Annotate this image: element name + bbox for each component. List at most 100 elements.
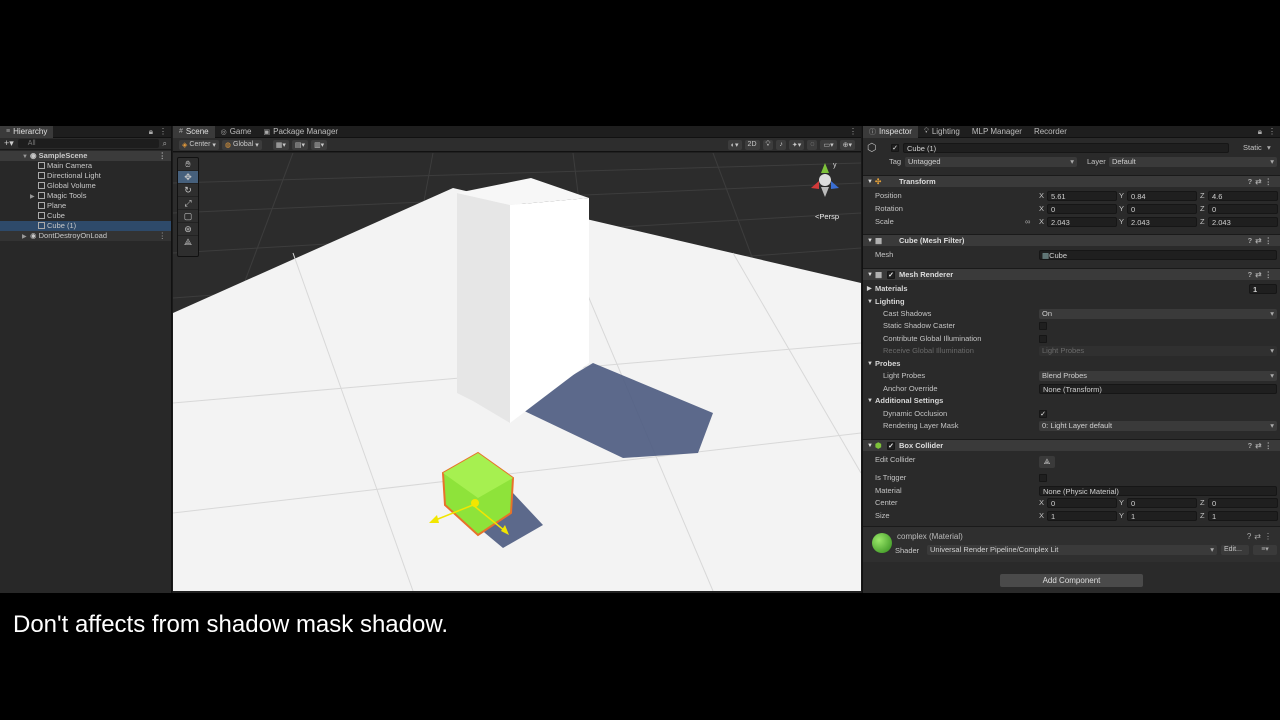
component-tools-icon[interactable]: ?⇄⋮ — [1247, 532, 1275, 541]
component-tools-icon[interactable]: ?⇄⋮ — [1248, 176, 1275, 188]
tree-item-cube-1[interactable]: Cube (1) — [0, 221, 171, 231]
tab-lighting[interactable]: 💡︎ Lighting — [918, 126, 966, 138]
transform-tool-icon[interactable]: ⊛ — [178, 223, 198, 236]
scale-x-field[interactable]: 2.043 — [1047, 217, 1117, 227]
scene-viewport[interactable]: y ✋︎ ✥ ↻ ⤢ ▢ ⊛ ⟁ <Persp — [173, 153, 861, 591]
tab-package-manager[interactable]: ▣ Package Manager — [258, 126, 345, 138]
expand-arrow-icon[interactable]: ▶ — [22, 232, 30, 242]
center-z-field[interactable]: 0 — [1208, 498, 1278, 508]
camera-settings-dropdown[interactable]: ▭▾ — [820, 139, 837, 150]
collapse-arrow-icon[interactable]: ▼ — [867, 440, 873, 452]
hand-tool-icon[interactable]: ✋︎ — [178, 158, 198, 171]
add-component-button[interactable]: Add Component — [1000, 574, 1143, 587]
grid-snap-button[interactable]: ▦▾ — [272, 139, 289, 150]
mesh-renderer-enabled-checkbox[interactable]: ✓ — [887, 271, 895, 279]
edit-collider-button[interactable]: ⟁ — [1039, 456, 1055, 468]
shader-menu-button[interactable]: ≡▾ — [1253, 545, 1277, 555]
toggle-2d-button[interactable]: 2D — [744, 139, 760, 150]
materials-count-field[interactable]: 1 — [1249, 284, 1277, 294]
menu-dots-icon[interactable]: ⋮ — [159, 231, 167, 241]
lighting-section[interactable]: ▼ Lighting — [863, 296, 1280, 308]
shader-dropdown[interactable]: Universal Render Pipeline/Complex Lit — [927, 545, 1217, 555]
size-y-field[interactable]: 1 — [1127, 511, 1197, 521]
probes-section[interactable]: ▼ Probes — [863, 358, 1280, 370]
tree-item-magic-tools[interactable]: ▶ Magic Tools — [0, 191, 171, 201]
box-collider-enabled-checkbox[interactable]: ✓ — [887, 442, 895, 450]
collapse-arrow-icon[interactable]: ▼ — [867, 395, 873, 407]
component-tools-icon[interactable]: ?⇄⋮ — [1248, 440, 1275, 452]
active-checkbox[interactable]: ✓ — [891, 144, 899, 152]
tree-item-samplescene[interactable]: ▼ ◉ SampleScene ⋮ — [0, 151, 171, 161]
menu-dots-icon[interactable]: ⋮ — [159, 151, 167, 161]
transform-header[interactable]: ▼ ✣ Transform ?⇄⋮ — [863, 175, 1280, 187]
snap-increment-button[interactable]: ▤▾ — [291, 139, 309, 150]
custom-tool-icon[interactable]: ⟁ — [178, 236, 198, 249]
audio-toggle-icon[interactable]: ♪ — [776, 139, 786, 150]
layer-dropdown[interactable]: Default — [1109, 157, 1277, 167]
tree-item-main-camera[interactable]: Main Camera — [0, 161, 171, 171]
dynamic-occlusion-checkbox[interactable]: ✓ — [1039, 410, 1047, 418]
contribute-gi-checkbox[interactable] — [1039, 335, 1047, 343]
menu-dots-icon[interactable]: ⋮ — [159, 127, 167, 137]
lock-icon[interactable]: 🔒︎ — [1258, 127, 1262, 137]
gizmo-center[interactable] — [471, 499, 479, 507]
search-icon[interactable]: ⌕ — [163, 139, 167, 149]
collapse-arrow-icon[interactable]: ▼ — [867, 296, 873, 308]
lock-icon[interactable]: 🔒︎ — [149, 127, 153, 137]
tab-hierarchy[interactable]: ≡ Hierarchy — [0, 125, 54, 138]
tab-recorder[interactable]: Recorder — [1028, 126, 1073, 138]
component-tools-icon[interactable]: ?⇄⋮ — [1248, 269, 1275, 281]
anchor-override-field[interactable]: None (Transform) — [1039, 384, 1277, 394]
rendering-layer-dropdown[interactable]: 0: Light Layer default — [1039, 421, 1277, 431]
collapse-arrow-icon[interactable]: ▶ — [867, 283, 872, 295]
tag-dropdown[interactable]: Untagged — [905, 157, 1077, 167]
additional-settings-section[interactable]: ▼ Additional Settings — [863, 395, 1280, 407]
mesh-filter-header[interactable]: ▼ ▦ Cube (Mesh Filter) ?⇄⋮ — [863, 234, 1280, 246]
light-probes-dropdown[interactable]: Blend Probes — [1039, 371, 1277, 381]
tab-inspector[interactable]: ⓘ Inspector — [863, 125, 918, 138]
tree-item-cube[interactable]: Cube — [0, 211, 171, 221]
center-x-field[interactable]: 0 — [1047, 498, 1117, 508]
collapse-arrow-icon[interactable]: ▼ — [867, 176, 873, 188]
object-name-field[interactable]: Cube (1) — [903, 143, 1229, 153]
position-x-field[interactable]: 5.61 — [1047, 191, 1117, 201]
position-z-field[interactable]: 4.6 — [1208, 191, 1278, 201]
materials-row[interactable]: ▶ Materials 1 — [863, 283, 1280, 295]
tab-mlp-manager[interactable]: MLP Manager — [966, 126, 1028, 138]
tree-item-dontdestroyonload[interactable]: ▶ ◉ DontDestroyOnLoad ⋮ — [0, 231, 171, 241]
scale-y-field[interactable]: 2.043 — [1127, 217, 1197, 227]
size-x-field[interactable]: 1 — [1047, 511, 1117, 521]
tab-game[interactable]: ◎ Game — [215, 126, 258, 138]
draw-mode-dropdown[interactable]: ◐▾ — [727, 139, 742, 150]
cast-shadows-dropdown[interactable]: On — [1039, 309, 1277, 319]
collider-material-field[interactable]: None (Physic Material) — [1039, 486, 1277, 496]
rotation-z-field[interactable]: 0 — [1208, 204, 1278, 214]
mesh-renderer-header[interactable]: ▼ ▦ ✓ Mesh Renderer ?⇄⋮ — [863, 268, 1280, 280]
rotation-x-field[interactable]: 0 — [1047, 204, 1117, 214]
lighting-toggle-icon[interactable]: 💡︎ — [762, 139, 774, 150]
hidden-objects-icon[interactable]: ◌ — [807, 139, 818, 150]
effects-dropdown[interactable]: ✦▾ — [788, 139, 805, 150]
tree-item-global-volume[interactable]: Global Volume — [0, 181, 171, 191]
projection-label[interactable]: <Persp — [815, 212, 839, 221]
static-dropdown-icon[interactable]: ▾ — [1267, 142, 1271, 154]
menu-dots-icon[interactable]: ⋮ — [849, 127, 857, 136]
tab-scene[interactable]: # Scene — [173, 125, 215, 138]
gizmos-dropdown[interactable]: ⊕▾ — [839, 139, 855, 150]
move-tool-icon[interactable]: ✥ — [178, 171, 198, 184]
component-tools-icon[interactable]: ?⇄⋮ — [1248, 235, 1275, 247]
shader-edit-button[interactable]: Edit... — [1221, 545, 1249, 555]
collapse-arrow-icon[interactable]: ▼ — [867, 358, 873, 370]
rotate-tool-icon[interactable]: ↻ — [178, 184, 198, 197]
pivot-dropdown[interactable]: ◈ Center ▾ — [179, 139, 219, 150]
static-shadow-checkbox[interactable] — [1039, 322, 1047, 330]
size-z-field[interactable]: 1 — [1208, 511, 1278, 521]
scale-z-field[interactable]: 2.043 — [1208, 217, 1278, 227]
menu-dots-icon[interactable]: ⋮ — [1268, 127, 1276, 137]
is-trigger-checkbox[interactable] — [1039, 474, 1047, 482]
mesh-object-field[interactable]: ▦Cube — [1039, 250, 1277, 260]
add-icon[interactable]: +▾ — [4, 138, 14, 149]
space-dropdown[interactable]: ◍ Global ▾ — [221, 139, 262, 150]
collapse-arrow-icon[interactable]: ▼ — [867, 235, 873, 247]
hierarchy-search-input[interactable]: All — [17, 139, 159, 148]
